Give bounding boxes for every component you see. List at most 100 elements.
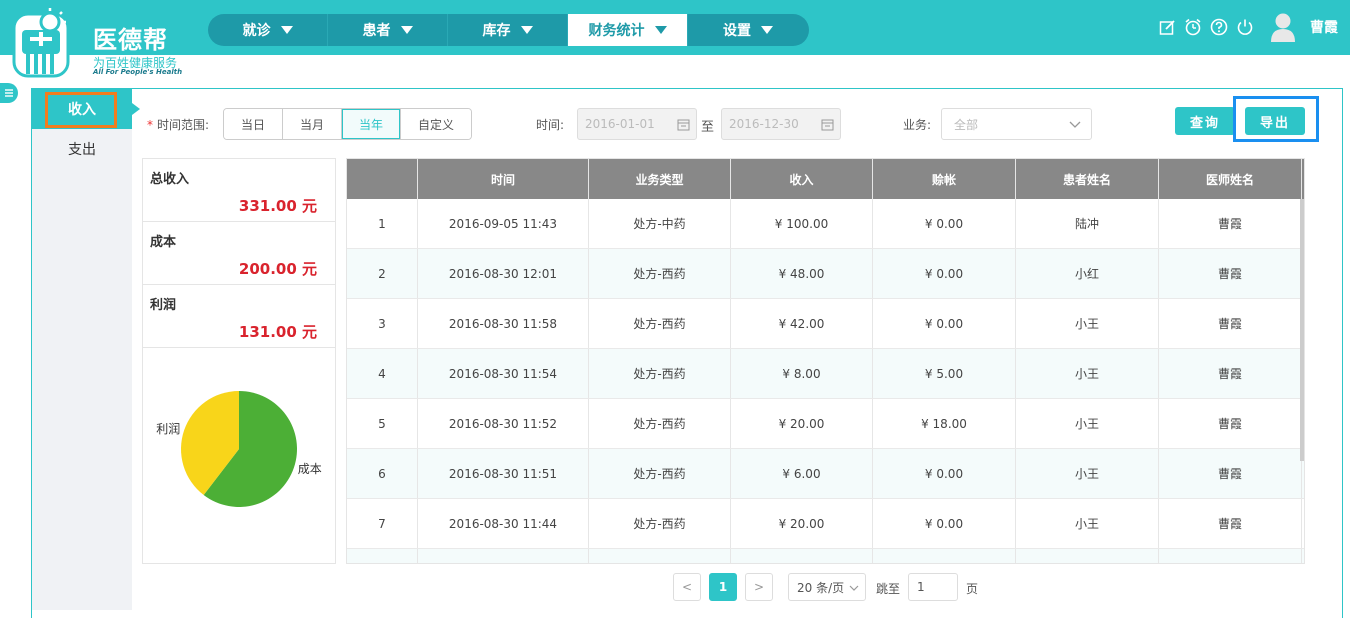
nav-item-label: 财务统计: [588, 23, 645, 39]
cell-patient: [1016, 549, 1159, 563]
range-today-button[interactable]: 当日: [224, 109, 283, 139]
cell-index: 4: [347, 349, 418, 398]
cell-credit: ¥ 0.00: [873, 499, 1016, 548]
cell-credit: ¥ 0.00: [873, 199, 1016, 248]
cell-income: [731, 549, 873, 563]
sidebar-toggle[interactable]: [0, 83, 18, 103]
left-sidebar: 收入 支出: [32, 89, 140, 610]
cell-business-type: 处方-中药: [589, 199, 731, 248]
nav-item-label: 就诊: [242, 23, 271, 39]
nav-item-label: 设置: [723, 23, 751, 39]
table-scrollbar[interactable]: [1300, 199, 1304, 461]
table-row[interactable]: 3 2016-08-30 11:58 处方-西药 ¥ 42.00 ¥ 0.00 小王 曹霞: [347, 299, 1304, 349]
cell-income: ¥ 6.00: [731, 449, 873, 498]
cell-business-type: 处方-西药: [589, 399, 731, 448]
cell-time: 2016-09-05 11:43: [418, 199, 589, 248]
edit-icon[interactable]: [1158, 18, 1176, 36]
income-pie-chart: 成本 利润: [156, 391, 322, 507]
cell-doctor: 曹霞: [1159, 449, 1302, 498]
date-from-field[interactable]: 2016-01-01: [577, 108, 697, 140]
cell-index: [347, 549, 418, 563]
col-header-income: 收入: [731, 159, 873, 199]
range-year-button[interactable]: 当年: [342, 109, 401, 139]
current-page-button[interactable]: 1: [709, 573, 737, 601]
table-row[interactable]: 4 2016-08-30 11:54 处方-西药 ¥ 8.00 ¥ 5.00 小王 曹霞: [347, 349, 1304, 399]
nav-item-finance[interactable]: 财务统计: [568, 14, 688, 46]
table-row[interactable]: 1 2016-09-05 11:43 处方-中药 ¥ 100.00 ¥ 0.00 陆冲 曹霞: [347, 199, 1304, 249]
cost-block: 成本 200.00 元: [143, 222, 335, 285]
cell-business-type: 处方-西药: [589, 299, 731, 348]
nav-item-inventory[interactable]: 库存: [448, 14, 568, 46]
table-row[interactable]: 7 2016-08-30 11:44 处方-西药 ¥ 20.00 ¥ 0.00 小王 曹霞: [347, 499, 1304, 549]
cell-patient: 小红: [1016, 249, 1159, 298]
table-row[interactable]: [347, 549, 1304, 563]
time-range-segmented: 当日 当月 当年 自定义: [223, 108, 472, 140]
range-month-button[interactable]: 当月: [283, 109, 342, 139]
calendar-icon: [821, 119, 834, 131]
sidebar-item-income[interactable]: 收入: [32, 89, 140, 129]
cell-doctor: 曹霞: [1159, 199, 1302, 248]
page-suffix-label: 页: [966, 582, 979, 596]
table-row[interactable]: 6 2016-08-30 11:51 处方-西药 ¥ 6.00 ¥ 0.00 小王 曹霞: [347, 449, 1304, 499]
cell-time: 2016-08-30 11:54: [418, 349, 589, 398]
nav-item-label: 库存: [482, 23, 511, 39]
nav-item-patients[interactable]: 患者: [328, 14, 448, 46]
calendar-icon: [677, 119, 690, 131]
help-icon[interactable]: [1210, 18, 1228, 36]
cell-business-type: 处方-西药: [589, 499, 731, 548]
query-button[interactable]: 查询: [1175, 107, 1235, 135]
cell-doctor: 曹霞: [1159, 349, 1302, 398]
header-toolbar: 曹霞: [1158, 12, 1350, 42]
col-header-doctor: 医师姓名: [1159, 159, 1302, 199]
cost-value: 200.00 元: [238, 260, 317, 278]
profit-value: 131.00 元: [238, 323, 317, 341]
time-range-label-text: 时间范围:: [157, 118, 210, 132]
cell-time: 2016-08-30 11:51: [418, 449, 589, 498]
pie-label-1: 利润: [156, 422, 180, 436]
next-page-button[interactable]: >: [745, 573, 773, 601]
sidebar-item-expense[interactable]: 支出: [32, 129, 132, 169]
cell-income: ¥ 20.00: [731, 499, 873, 548]
range-custom-button[interactable]: 自定义: [401, 109, 471, 139]
business-select[interactable]: 全部: [941, 108, 1092, 140]
business-label: 业务:: [903, 118, 932, 132]
avatar-icon[interactable]: [1270, 12, 1296, 42]
username[interactable]: 曹霞: [1310, 17, 1338, 37]
cell-patient: 小王: [1016, 449, 1159, 498]
cell-business-type: 处方-西药: [589, 349, 731, 398]
cell-credit: ¥ 0.00: [873, 299, 1016, 348]
cell-credit: ¥ 5.00: [873, 349, 1016, 398]
cell-doctor: 曹霞: [1159, 249, 1302, 298]
cell-business-type: [589, 549, 731, 563]
date-to-field[interactable]: 2016-12-30: [721, 108, 841, 140]
caret-down-icon: [280, 26, 293, 34]
page-size-select[interactable]: 20 条/页: [788, 573, 866, 601]
cell-time: 2016-08-30 11:52: [418, 399, 589, 448]
brand-name: 医德帮: [93, 26, 168, 54]
cell-doctor: 曹霞: [1159, 299, 1302, 348]
menu-icon: [5, 89, 13, 97]
time-label: 时间:: [536, 118, 565, 132]
cell-index: 7: [347, 499, 418, 548]
col-header-credit: 赊帐: [873, 159, 1016, 199]
table-header: 时间 业务类型 收入 赊帐 患者姓名 医师姓名: [347, 159, 1304, 199]
power-icon[interactable]: [1236, 18, 1254, 36]
total-income-value: 331.00 元: [238, 197, 317, 215]
table-row[interactable]: 2 2016-08-30 12:01 处方-西药 ¥ 48.00 ¥ 0.00 小红 曹霞: [347, 249, 1304, 299]
cell-income: ¥ 100.00: [731, 199, 873, 248]
brand-slogan-en: All For People's Health: [93, 68, 183, 76]
cell-time: [418, 549, 589, 563]
sidebar-item-label: 收入: [68, 102, 96, 118]
nav-item-visits[interactable]: 就诊: [208, 14, 328, 46]
jump-page-input[interactable]: 1: [908, 573, 958, 601]
chevron-down-icon: [849, 585, 859, 591]
caret-down-icon: [654, 26, 667, 34]
cell-index: 6: [347, 449, 418, 498]
nav-item-settings[interactable]: 设置: [688, 14, 808, 46]
export-button[interactable]: 导出: [1245, 107, 1305, 135]
date-to-value: 2016-12-30: [729, 117, 799, 131]
table-row[interactable]: 5 2016-08-30 11:52 处方-西药 ¥ 20.00 ¥ 18.00 小王 曹霞: [347, 399, 1304, 449]
prev-page-button[interactable]: <: [673, 573, 701, 601]
chevron-down-icon: [1069, 121, 1081, 128]
alarm-clock-icon[interactable]: [1184, 18, 1202, 36]
